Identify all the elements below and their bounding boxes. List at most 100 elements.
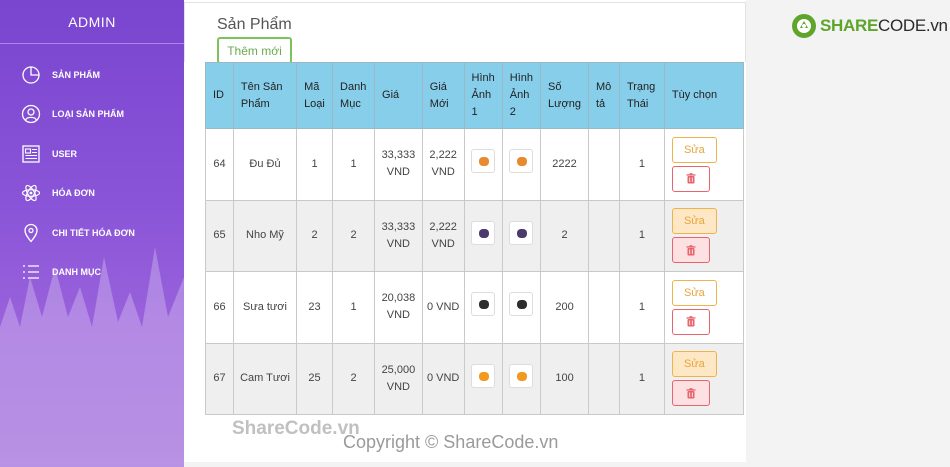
row-actions: Sửa — [669, 279, 739, 335]
sidebar-item-san-pham[interactable]: SẢN PHẨM — [0, 55, 184, 95]
logo-text-share: SHARE — [820, 16, 879, 35]
edit-button[interactable]: Sửa — [671, 136, 717, 163]
product-thumbnail — [509, 149, 534, 174]
product-thumbnail — [509, 220, 534, 245]
edit-button[interactable]: Sửa — [671, 351, 717, 378]
sidebar-item-label: LOẠI SẢN PHẨM — [52, 109, 124, 120]
delete-button[interactable] — [671, 308, 710, 335]
col-image2: Hình Ảnh 2 — [501, 62, 542, 129]
logo-text-code: CODE.vn — [878, 16, 948, 35]
sidebar-item-chi-tiet-hoa-don[interactable]: CHI TIẾT HÓA ĐƠN — [0, 213, 184, 253]
products-table: ID Tên Sản Phẩm Mã Loại Danh Mục Giá Giá… — [205, 62, 745, 415]
table-row: 67 Cam Tươi 25 2 25,000 VND 0 VND 100 1 Sửa — [205, 342, 745, 415]
sidebar-item-hoa-don[interactable]: HÓA ĐƠN — [0, 174, 184, 214]
product-image-icon — [479, 228, 490, 238]
table-row: 64 Đu Đủ 1 1 33,333 VND 2,222 VND 2222 1 Sửa — [205, 128, 745, 201]
product-thumbnail — [471, 220, 496, 245]
edit-button[interactable]: Sửa — [671, 208, 717, 235]
col-image1: Hình Ảnh 1 — [463, 62, 503, 129]
product-image-icon — [479, 371, 490, 381]
cell-status: 1 — [618, 128, 665, 201]
cell-id: 65 — [205, 199, 234, 272]
trash-icon — [686, 316, 696, 327]
cell-qty: 2222 — [540, 128, 589, 201]
sidebar-item-label: USER — [52, 148, 78, 159]
table-row: 65 Nho Mỹ 2 2 33,333 VND 2,222 VND 2 1 Sửa — [205, 199, 745, 272]
sidebar-menu: SẢN PHẨM LOẠI SẢN PHẨM USER HÓA ĐƠN CHI … — [0, 55, 184, 292]
table-body: 64 Đu Đủ 1 1 33,333 VND 2,222 VND 2222 1 Sửa 65 Nh… — [205, 128, 745, 415]
delete-button[interactable] — [671, 237, 710, 264]
cell-desc — [587, 271, 620, 344]
atom-icon — [20, 182, 42, 204]
col-status: Trạng Thái — [618, 62, 665, 129]
watermark-copyright: Copyright © ShareCode.vn — [343, 432, 559, 452]
col-name: Tên Sản Phẩm — [232, 62, 298, 129]
product-image-icon — [517, 371, 528, 381]
col-new-price: Giá Mới — [421, 62, 465, 129]
cell-type: 2 — [296, 199, 334, 272]
cell-qty: 100 — [540, 342, 589, 415]
cell-type: 23 — [296, 271, 334, 344]
trash-icon — [686, 387, 696, 399]
cell-price: 20,038 VND — [374, 271, 423, 344]
cell-status: 1 — [618, 199, 665, 272]
cell-image1 — [463, 128, 503, 201]
table-row: 66 Sưa tươi 23 1 20,038 VND 0 VND 200 1 Sửa — [205, 271, 745, 344]
product-image-icon — [517, 157, 528, 167]
sidebar: ADMIN SẢN PHẨM LOẠI SẢN PHẨM USER HÓA ĐƠ… — [0, 0, 184, 467]
cell-name: Đu Đủ — [232, 128, 298, 201]
sidebar-item-label: HÓA ĐƠN — [52, 188, 95, 199]
cell-new-price: 0 VND — [421, 271, 465, 344]
cell-name: Sưa tươi — [232, 271, 298, 344]
add-product-button[interactable]: Thêm mới — [217, 37, 292, 64]
cell-image1 — [463, 342, 503, 415]
sidebar-item-label: SẢN PHẨM — [52, 69, 101, 80]
col-id: ID — [205, 62, 234, 129]
sidebar-item-label: CHI TIẾT HÓA ĐƠN — [52, 227, 135, 238]
product-thumbnail — [509, 292, 534, 317]
trash-icon — [686, 173, 696, 184]
col-desc: Mô tả — [587, 62, 620, 129]
product-image-icon — [479, 300, 490, 310]
col-options: Tùy chọn — [663, 62, 745, 129]
list-icon — [20, 261, 42, 283]
sidebar-item-danh-muc[interactable]: DANH MỤC — [0, 253, 184, 293]
cell-image2 — [501, 128, 542, 201]
cell-desc — [587, 199, 620, 272]
cell-name: Cam Tươi — [232, 342, 298, 415]
row-actions: Sửa — [669, 208, 739, 264]
cell-id: 66 — [205, 271, 234, 344]
cell-desc — [587, 128, 620, 201]
product-image-icon — [517, 300, 528, 310]
sidebar-item-loai-san-pham[interactable]: LOẠI SẢN PHẨM — [0, 95, 184, 135]
cell-name: Nho Mỹ — [232, 199, 298, 272]
panel-header: Sản Phẩm Thêm mới — [184, 2, 746, 64]
sharecode-logo: SHARECODE.vn — [791, 13, 948, 39]
sidebar-item-user[interactable]: USER — [0, 134, 184, 174]
row-actions: Sửa — [669, 136, 739, 192]
cell-status: 1 — [618, 271, 665, 344]
edit-button[interactable]: Sửa — [671, 279, 717, 306]
col-price: Giá — [374, 62, 423, 129]
delete-button[interactable] — [671, 165, 710, 192]
product-image-icon — [517, 228, 528, 238]
cell-options: Sửa — [663, 128, 745, 201]
cell-qty: 2 — [540, 199, 589, 272]
product-thumbnail — [471, 292, 496, 317]
cell-id: 67 — [205, 342, 234, 415]
cell-new-price: 2,222 VND — [421, 128, 465, 201]
cell-image2 — [501, 199, 542, 272]
cell-image1 — [463, 271, 503, 344]
delete-button[interactable] — [671, 380, 710, 407]
col-type: Mã Loại — [296, 62, 334, 129]
cell-options: Sửa — [663, 199, 745, 272]
col-category: Danh Mục — [332, 62, 376, 129]
cell-qty: 200 — [540, 271, 589, 344]
page-title: Sản Phẩm — [217, 16, 292, 33]
sidebar-brand: ADMIN — [0, 0, 184, 44]
product-thumbnail — [509, 363, 534, 388]
cell-category: 1 — [332, 128, 376, 201]
cell-new-price: 2,222 VND — [421, 199, 465, 272]
col-qty: Số Lượng — [540, 62, 589, 129]
cell-price: 25,000 VND — [374, 342, 423, 415]
